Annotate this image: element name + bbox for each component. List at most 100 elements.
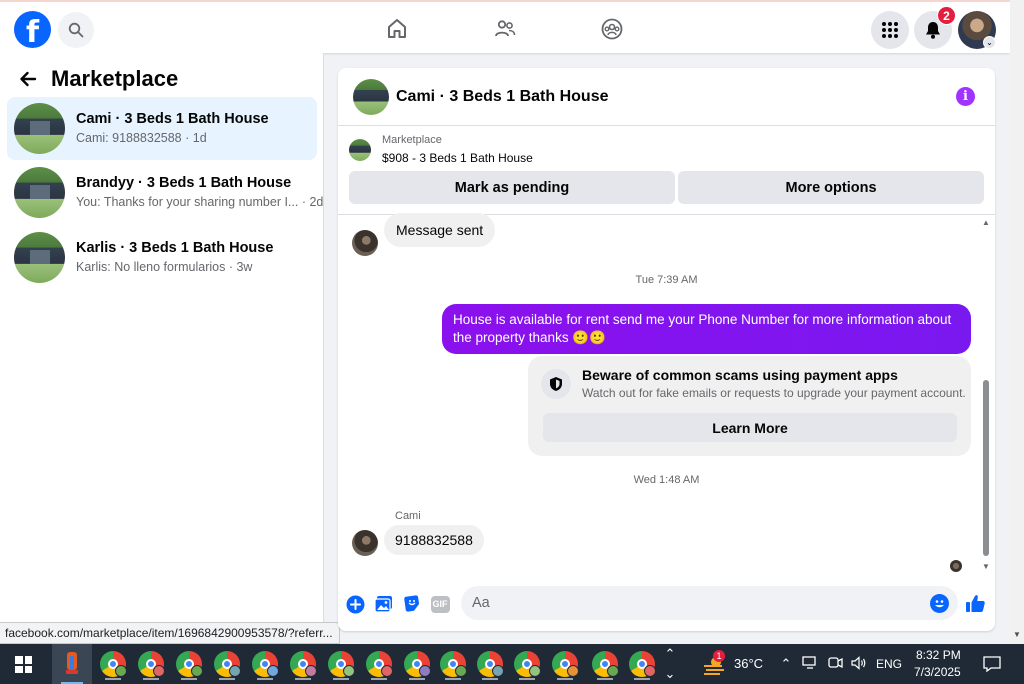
chrome-profile-icon[interactable]	[440, 651, 467, 680]
sticker-button[interactable]	[402, 594, 422, 614]
more-options-button[interactable]: More options	[678, 171, 984, 204]
search-icon	[68, 22, 84, 38]
taskbar-active-app[interactable]	[52, 644, 92, 684]
groups-nav-button[interactable]	[598, 15, 626, 43]
add-button[interactable]	[345, 594, 365, 614]
chrome-profile-icon[interactable]	[514, 651, 541, 680]
chrome-profile-icon[interactable]	[138, 651, 165, 680]
timestamp: Tue 7:39 AM	[635, 274, 698, 286]
chrome-profile-icon[interactable]	[552, 651, 579, 680]
facebook-logo-icon[interactable]: f	[14, 11, 51, 48]
home-nav-button[interactable]	[383, 15, 411, 43]
chat-scrollbar-thumb[interactable]	[983, 380, 989, 556]
chrome-profile-icon[interactable]	[477, 651, 504, 680]
message-thread: Message sent Tue 7:39 AM House is availa…	[338, 213, 995, 576]
volume-icon[interactable]	[850, 656, 866, 672]
conversation-preview: You: Thanks for your sharing number I...…	[76, 195, 324, 209]
weather-alert-badge: 1	[713, 650, 725, 662]
windows-taskbar: ⌃ ⌄ 1 36°C ⌃ ENG 8:32 PM 7/3/2025	[0, 644, 1024, 684]
gif-button[interactable]: GIF	[429, 594, 451, 614]
attach-photo-button[interactable]	[373, 594, 393, 614]
notification-center-icon[interactable]	[982, 656, 1002, 674]
temperature-readout[interactable]: 36°C	[734, 656, 763, 671]
network-icon[interactable]	[802, 656, 818, 672]
sidebar-header: Marketplace	[14, 65, 178, 93]
seen-receipt-avatar	[950, 560, 962, 572]
taskbar-scroll-down-icon[interactable]: ⌄	[664, 666, 676, 682]
chrome-profile-icon[interactable]	[328, 651, 355, 680]
learn-more-button[interactable]: Learn More	[543, 413, 957, 442]
meet-now-icon[interactable]	[827, 656, 843, 672]
status-bar-url: facebook.com/marketplace/item/1696842900…	[0, 622, 340, 644]
app-icon	[66, 652, 78, 674]
listing-thumbnail-small[interactable]	[349, 139, 371, 161]
clock-date[interactable]: 7/3/2025	[914, 665, 961, 679]
shield-icon	[541, 369, 571, 399]
listing-label: Marketplace	[382, 134, 442, 146]
incoming-message[interactable]: 9188832588	[384, 525, 484, 555]
chrome-profile-icon[interactable]	[252, 651, 279, 680]
chrome-profile-icon[interactable]	[592, 651, 619, 680]
info-icon[interactable]: i	[956, 87, 975, 106]
friends-nav-button[interactable]	[491, 15, 519, 43]
chevron-down-icon[interactable]: ⌄	[983, 36, 996, 49]
conversation-item-cami[interactable]: Cami · 3 Beds 1 Bath House Cami: 9188832…	[7, 97, 317, 160]
listing-info-bar: Marketplace $908 - 3 Beds 1 Bath House M…	[338, 127, 995, 215]
menu-grid-icon	[882, 22, 898, 38]
scam-warning-subtitle: Watch out for fake emails or requests to…	[582, 386, 966, 400]
message-sent-notice: Message sent	[384, 213, 496, 247]
chrome-profile-icon[interactable]	[100, 651, 127, 680]
chat-scrollbar[interactable]: ▲ ▼	[982, 216, 990, 576]
outgoing-message[interactable]: House is available for rent send me your…	[442, 304, 971, 354]
chat-listing-avatar[interactable]	[353, 79, 389, 115]
windows-start-icon[interactable]	[15, 656, 32, 673]
chrome-profile-icon[interactable]	[176, 651, 203, 680]
conversation-item-brandyy[interactable]: Brandyy · 3 Beds 1 Bath House You: Thank…	[7, 161, 323, 224]
gif-icon: GIF	[430, 595, 450, 613]
conversation-name: Cami · 3 Beds 1 Bath House	[76, 111, 269, 127]
listing-thumbnail	[14, 167, 65, 218]
scroll-down-arrow-icon[interactable]: ▼	[982, 562, 990, 571]
chat-title[interactable]: Cami · 3 Beds 1 Bath House	[396, 88, 609, 106]
timestamp: Wed 1:48 AM	[633, 474, 700, 486]
top-navigation-bar: f 2 ⌄	[0, 0, 1010, 53]
chrome-profile-icon[interactable]	[366, 651, 393, 680]
scroll-up-arrow-icon[interactable]: ▲	[982, 218, 990, 227]
chat-window: Cami · 3 Beds 1 Bath House i Marketplace…	[338, 68, 995, 631]
sender-avatar[interactable]	[352, 230, 378, 256]
marketplace-sidebar: Marketplace Cami · 3 Beds 1 Bath House C…	[0, 53, 324, 643]
emoji-icon	[935, 600, 944, 608]
chevron-up-icon[interactable]: ⌃	[778, 656, 794, 672]
plus-circle-icon	[346, 595, 364, 613]
taskbar-scroll-up-icon[interactable]: ⌃	[664, 646, 676, 662]
back-button[interactable]	[14, 65, 42, 93]
like-button[interactable]	[964, 592, 986, 614]
thumbs-up-icon	[965, 594, 985, 612]
menu-button[interactable]	[871, 11, 909, 49]
chrome-profile-icon[interactable]	[629, 651, 656, 680]
language-indicator[interactable]: ENG	[876, 657, 902, 671]
mark-as-pending-button[interactable]: Mark as pending	[349, 171, 675, 204]
conversation-item-karlis[interactable]: Karlis · 3 Beds 1 Bath House Karlis: No …	[7, 226, 317, 289]
conversation-preview: Karlis: No lleno formularios · 3w	[76, 260, 253, 274]
listing-description[interactable]: $908 - 3 Beds 1 Bath House	[382, 151, 533, 165]
clock-time[interactable]: 8:32 PM	[916, 648, 961, 662]
emoji-button[interactable]	[930, 594, 949, 613]
home-icon	[388, 19, 406, 38]
scroll-down-arrow-icon[interactable]: ▼	[1013, 630, 1021, 639]
back-arrow-icon	[20, 71, 37, 87]
logo-letter: f	[25, 15, 40, 48]
friends-icon	[495, 20, 516, 37]
chrome-profile-icon[interactable]	[404, 651, 431, 680]
scam-warning-card: Beware of common scams using payment app…	[528, 356, 971, 456]
sender-avatar[interactable]	[352, 530, 378, 556]
page-scrollbar[interactable]: ▼	[1010, 0, 1024, 643]
message-input[interactable]	[461, 586, 958, 620]
chrome-profile-icon[interactable]	[290, 651, 317, 680]
conversation-name: Karlis · 3 Beds 1 Bath House	[76, 240, 274, 256]
chat-header: Cami · 3 Beds 1 Bath House i	[338, 68, 995, 126]
sticker-icon	[404, 595, 420, 612]
search-button[interactable]	[58, 12, 94, 48]
chrome-profile-icon[interactable]	[214, 651, 241, 680]
sidebar-title: Marketplace	[51, 66, 179, 91]
